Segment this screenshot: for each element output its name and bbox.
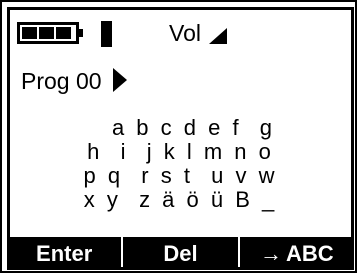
char-row: a b c d e f g [111, 115, 276, 140]
char-row: x y z ä ö ü B _ [83, 187, 278, 212]
volume-label: Vol [169, 20, 201, 46]
signal-bar-icon [101, 21, 112, 47]
device-screen: Vol Prog 00 a b c d e f g h i j k l m n … [0, 0, 357, 273]
volume-triangle-icon [209, 28, 227, 44]
battery-icon [17, 22, 83, 44]
abc-label: ABC [285, 241, 334, 266]
softkey-bar: Enter Del → ABC [10, 237, 351, 267]
enter-softkey[interactable]: Enter [10, 237, 121, 267]
character-table: a b c d e f g h i j k l m n o p q r s t … [10, 116, 351, 212]
abc-mode-softkey[interactable]: → ABC [237, 237, 351, 267]
play-arrow-icon [113, 68, 127, 92]
program-label: Prog 00 [21, 68, 102, 94]
delete-softkey[interactable]: Del [121, 237, 237, 267]
display-area: Vol Prog 00 a b c d e f g h i j k l m n … [7, 7, 354, 270]
right-arrow-icon: → [259, 241, 282, 266]
char-row: h i j k l m n o [87, 139, 274, 164]
char-row: p q r s t u v w [83, 163, 278, 188]
